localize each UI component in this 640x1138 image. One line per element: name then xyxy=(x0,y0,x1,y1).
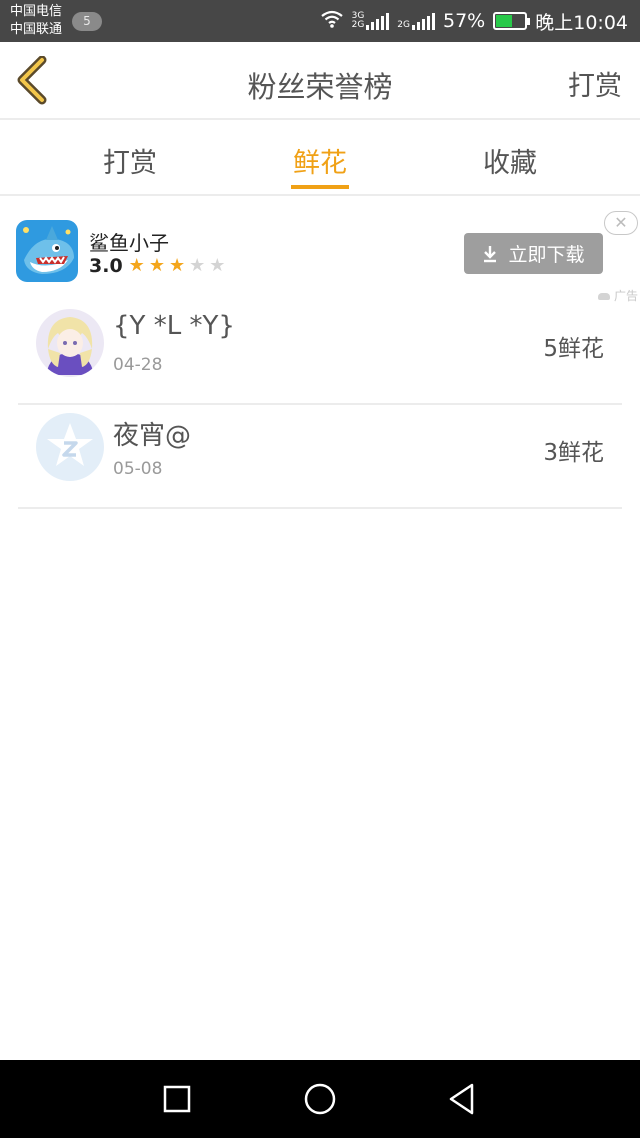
ad-rating-value: 3.0 xyxy=(89,255,123,277)
close-icon: ✕ xyxy=(614,213,628,232)
flower-count: 3鲜花 xyxy=(543,440,604,466)
signal-icon-2 xyxy=(412,12,435,30)
battery-percent: 57% xyxy=(443,10,486,32)
star-icon: ★ xyxy=(209,255,226,276)
network-type-label-2: 2G xyxy=(397,20,410,30)
title-bar: 粉丝荣誉榜 打赏 xyxy=(0,42,640,120)
system-nav-bar xyxy=(0,1060,640,1138)
carrier-1: 中国电信 xyxy=(10,4,63,19)
fan-list-item[interactable]: 夜宵@ 05-08 3鲜花 xyxy=(18,401,622,509)
home-button[interactable] xyxy=(300,1079,340,1119)
notification-badge: 5 xyxy=(72,12,102,31)
avatar[interactable] xyxy=(36,309,104,377)
ad-app-name: 鲨鱼小子 xyxy=(89,231,169,255)
tab-favorites[interactable]: 收藏 xyxy=(450,141,570,180)
star-icon: ★ xyxy=(148,255,165,276)
carrier-2: 中国联通 xyxy=(10,22,63,37)
battery-icon xyxy=(493,12,531,30)
ad-download-button[interactable]: 立即下载 xyxy=(464,233,603,274)
circle-icon xyxy=(304,1083,336,1115)
back-nav-button[interactable] xyxy=(442,1079,482,1119)
fan-name: 夜宵@ xyxy=(113,421,192,451)
shark-app-icon xyxy=(16,220,78,282)
fan-date: 05-08 xyxy=(113,459,163,479)
download-icon xyxy=(484,245,497,262)
avatar[interactable] xyxy=(36,413,104,481)
ad-rating: 3.0 ★ ★ ★ ★ ★ xyxy=(89,255,225,277)
tab-reward[interactable]: 打赏 xyxy=(70,141,190,180)
tab-flowers[interactable]: 鲜花 xyxy=(260,141,380,180)
reward-button[interactable]: 打赏 xyxy=(568,64,622,103)
active-tab-indicator xyxy=(291,185,349,189)
square-icon xyxy=(163,1085,191,1113)
ad-download-label: 立即下载 xyxy=(508,244,585,266)
star-icon: ★ xyxy=(189,255,206,276)
star-icon: ★ xyxy=(168,255,186,276)
recent-apps-button[interactable] xyxy=(157,1079,197,1119)
fan-list-item[interactable]: {Y *L *Y} 04-28 5鲜花 xyxy=(18,297,622,405)
carrier-names: 中国电信 中国联通 xyxy=(10,3,62,39)
ad-close-button[interactable]: ✕ xyxy=(604,211,638,235)
star-icon: ★ xyxy=(128,255,145,276)
tab-bar: 打赏 鲜花 收藏 xyxy=(0,121,640,196)
status-bar: 中国电信 中国联通 5 3G 2G 2G 57% 晚上10:04 xyxy=(0,0,640,42)
signal-icon-1 xyxy=(366,12,390,30)
fan-date: 04-28 xyxy=(113,355,163,375)
wifi-icon xyxy=(320,10,344,33)
triangle-back-icon xyxy=(449,1083,474,1115)
ad-banner[interactable]: 鲨鱼小子 3.0 ★ ★ ★ ★ ★ 立即下载 ✕ 广告 xyxy=(0,197,640,303)
network-type-label: 3G 2G xyxy=(351,11,365,30)
status-icons: 3G 2G 2G 57% 晚上10:04 xyxy=(320,0,628,42)
fan-name: {Y *L *Y} xyxy=(113,311,235,341)
clock: 晚上10:04 xyxy=(535,11,628,34)
flower-count: 5鲜花 xyxy=(543,336,604,362)
page-title: 粉丝荣誉榜 xyxy=(247,70,393,104)
